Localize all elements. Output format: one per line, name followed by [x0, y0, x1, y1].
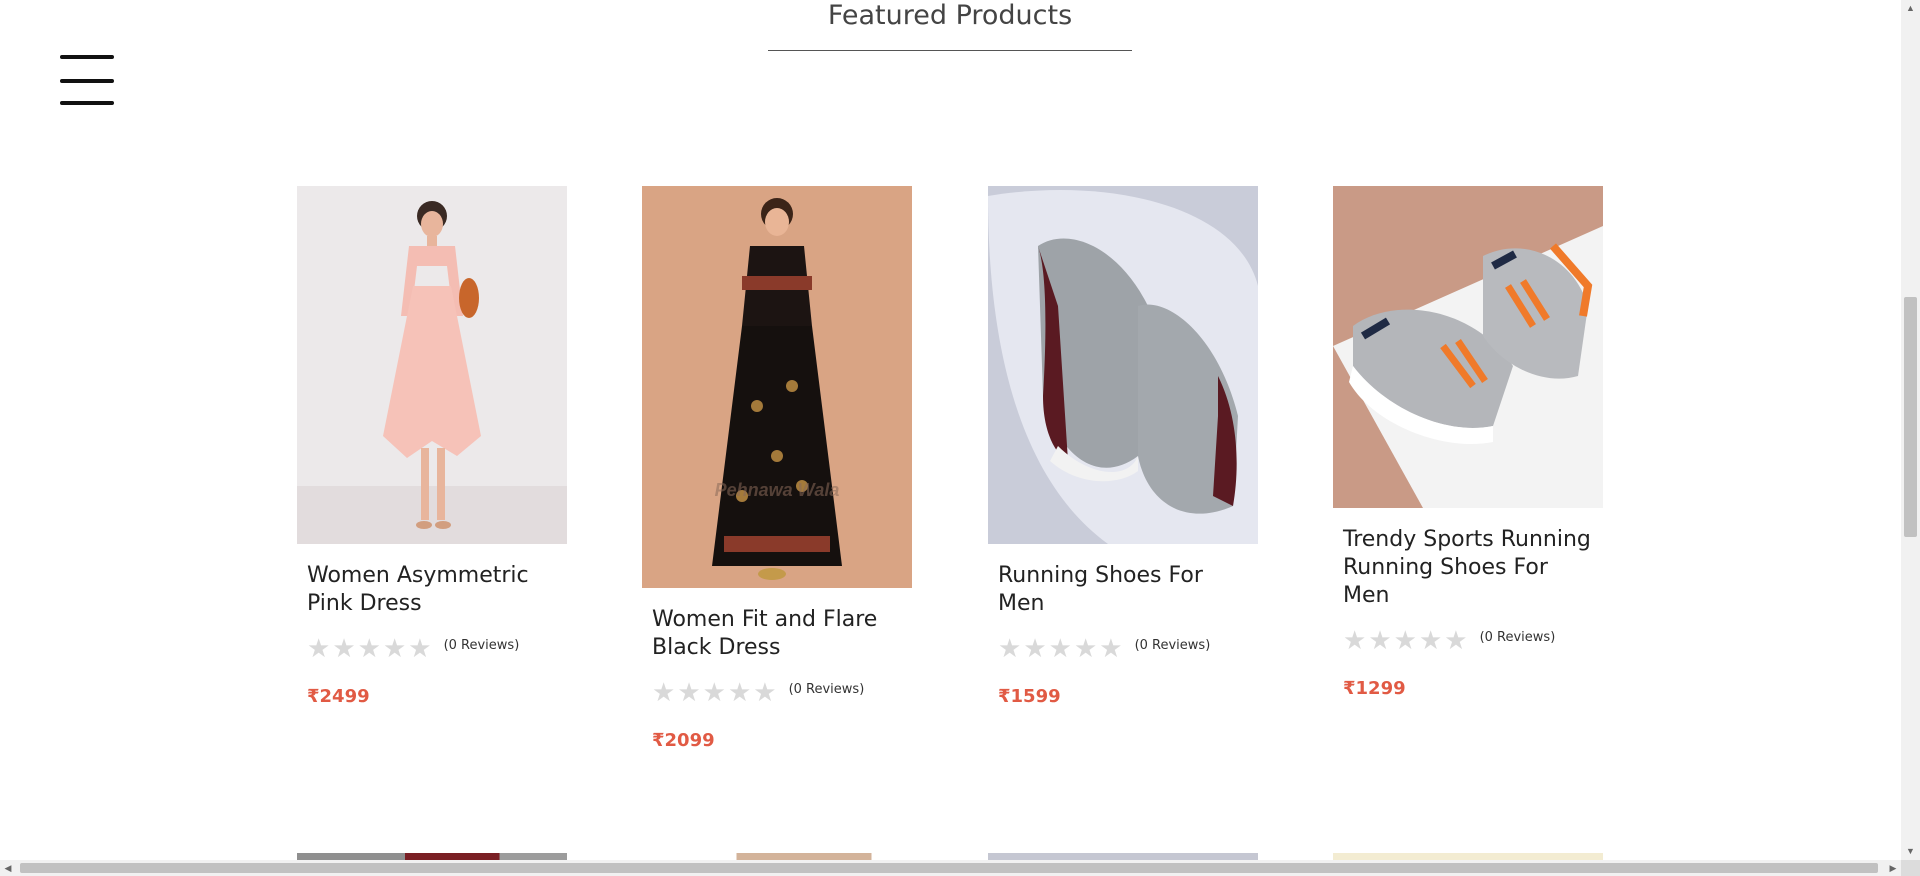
- star-icon: ★: [1099, 634, 1123, 664]
- image-watermark: Pehnawa Wala: [715, 480, 840, 500]
- horizontal-scroll-thumb[interactable]: [20, 863, 1878, 873]
- product-card[interactable]: Running Shoes For Men ★ ★ ★ ★ ★ (0 Revie…: [988, 186, 1258, 707]
- hamburger-menu-icon[interactable]: [60, 55, 114, 105]
- review-count: (0 Reviews): [443, 637, 520, 653]
- star-rating-icon: ★ ★ ★ ★ ★: [1343, 628, 1468, 654]
- star-icon: ★: [307, 634, 331, 664]
- product-price: ₹1599: [998, 686, 1061, 707]
- review-count: (0 Reviews): [788, 681, 865, 697]
- product-image[interactable]: [297, 186, 567, 544]
- hamburger-bar: [60, 101, 114, 105]
- star-icon: ★: [702, 678, 726, 708]
- product-image[interactable]: [988, 186, 1258, 544]
- star-icon: ★: [1048, 634, 1072, 664]
- star-icon: ★: [357, 634, 381, 664]
- hamburger-bar: [60, 55, 114, 59]
- star-rating-icon: ★ ★ ★ ★ ★: [998, 636, 1123, 662]
- star-icon: ★: [677, 678, 701, 708]
- product-rating: ★ ★ ★ ★ ★ (0 Reviews): [652, 680, 902, 706]
- product-price: ₹2099: [652, 730, 715, 751]
- section-divider: [768, 50, 1132, 51]
- section-title: Featured Products: [827, 0, 1073, 31]
- product-price: ₹1299: [1343, 678, 1406, 699]
- product-name[interactable]: Running Shoes For Men: [998, 562, 1248, 618]
- star-icon: ★: [998, 634, 1022, 664]
- product-image[interactable]: Pehnawa Wala: [642, 186, 912, 588]
- star-icon: ★: [1343, 626, 1367, 656]
- product-card[interactable]: Trendy Sports Running Running Shoes For …: [1333, 186, 1603, 699]
- scroll-down-arrow-icon[interactable]: ▼: [1901, 843, 1920, 860]
- star-rating-icon: ★ ★ ★ ★ ★: [652, 680, 777, 706]
- star-icon: ★: [652, 678, 676, 708]
- star-rating-icon: ★ ★ ★ ★ ★: [307, 636, 432, 662]
- product-rating: ★ ★ ★ ★ ★ (0 Reviews): [998, 636, 1248, 662]
- scrollbar-corner: [1901, 860, 1920, 876]
- star-icon: ★: [332, 634, 356, 664]
- star-icon: ★: [408, 634, 432, 664]
- star-icon: ★: [727, 678, 752, 708]
- scroll-left-arrow-icon[interactable]: ◀: [0, 860, 16, 876]
- product-rating: ★ ★ ★ ★ ★ (0 Reviews): [307, 636, 557, 662]
- star-icon: ★: [753, 678, 777, 708]
- product-name[interactable]: Women Fit and Flare Black Dress: [652, 606, 902, 662]
- product-rating: ★ ★ ★ ★ ★ (0 Reviews): [1343, 628, 1593, 654]
- star-icon: ★: [1073, 634, 1098, 664]
- horizontal-scrollbar[interactable]: ◀ ▶: [0, 860, 1901, 876]
- scroll-right-arrow-icon[interactable]: ▶: [1885, 860, 1901, 876]
- star-icon: ★: [1368, 626, 1392, 656]
- star-icon: ★: [1393, 626, 1417, 656]
- scroll-up-arrow-icon[interactable]: ▲: [1901, 0, 1920, 17]
- product-name[interactable]: Women Asymmetric Pink Dress: [307, 562, 557, 618]
- product-name[interactable]: Trendy Sports Running Running Shoes For …: [1343, 526, 1593, 610]
- vertical-scroll-thumb[interactable]: [1904, 297, 1917, 537]
- hamburger-bar: [60, 79, 114, 83]
- star-icon: ★: [1418, 626, 1443, 656]
- star-icon: ★: [1023, 634, 1047, 664]
- vertical-scrollbar[interactable]: ▲ ▼: [1901, 0, 1920, 860]
- product-card[interactable]: Pehnawa Wala Women Fit and Flare Black D…: [642, 186, 912, 751]
- star-icon: ★: [1444, 626, 1468, 656]
- product-price: ₹2499: [307, 686, 370, 707]
- product-card[interactable]: Women Asymmetric Pink Dress ★ ★ ★ ★ ★ (0…: [297, 186, 567, 707]
- star-icon: ★: [382, 634, 407, 664]
- product-image[interactable]: [1333, 186, 1603, 508]
- review-count: (0 Reviews): [1479, 629, 1556, 645]
- review-count: (0 Reviews): [1134, 637, 1211, 653]
